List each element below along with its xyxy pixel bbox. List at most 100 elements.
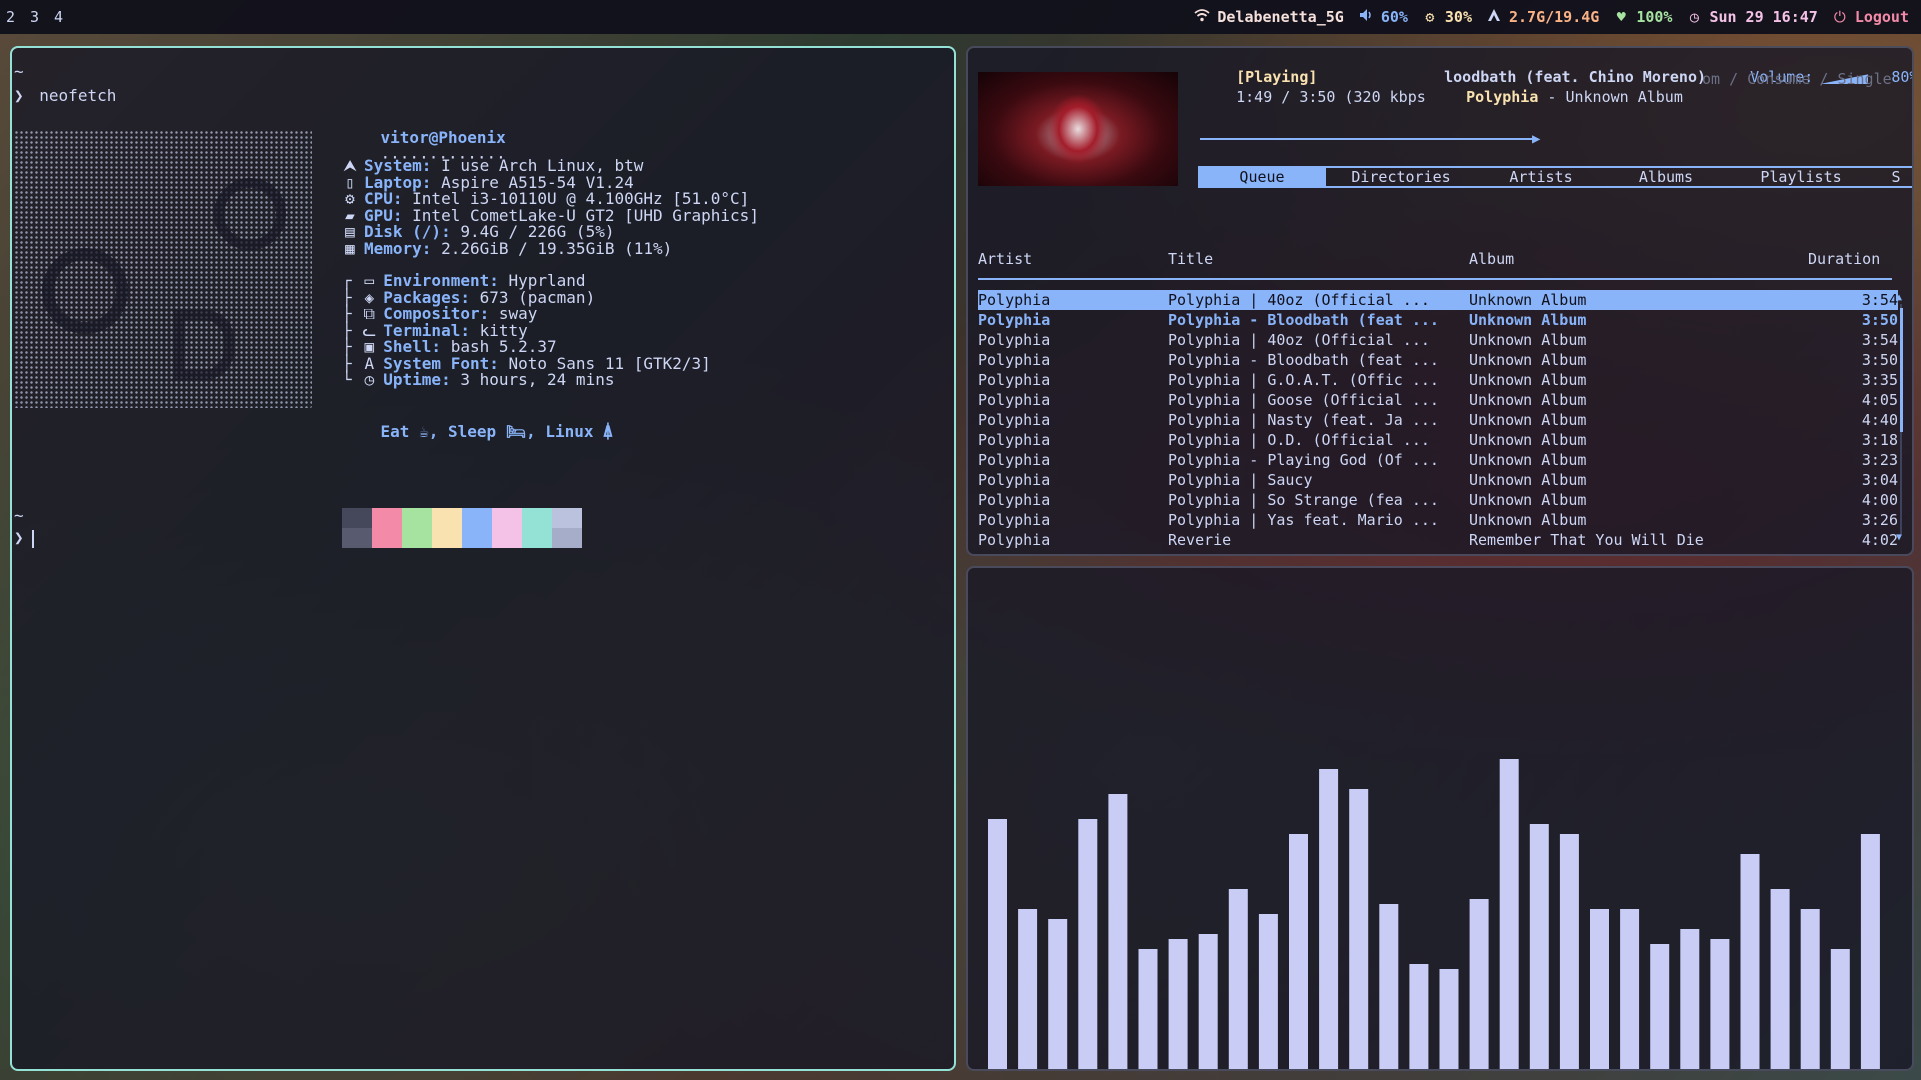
song-duration: 4:02 (1861, 531, 1898, 549)
song-album: Unknown Album (1469, 331, 1587, 349)
visualizer-bar (1198, 934, 1218, 1069)
terminal-window[interactable]: ~ ❯ neofetch vitor@Phoenix ·············… (10, 46, 956, 1071)
workspace-3[interactable]: 3 (30, 8, 54, 26)
elapsed-time: 1:49 / 3:50 (320 kbps (1236, 88, 1426, 106)
song-album: Unknown Album (1469, 411, 1587, 429)
volume-status[interactable]: 60% (1358, 8, 1408, 26)
color-swatch (342, 508, 372, 528)
song-title: Polyphia | O.D. (Official ... (1168, 431, 1430, 449)
song-row[interactable]: Polyphia Polyphia | 40oz (Official ... Unk… (978, 330, 1898, 350)
song-duration: 3:50 (1861, 351, 1898, 369)
env-info-value: 3 hours, 24 mins (450, 370, 615, 389)
scroll-up-icon[interactable]: ▲ (1896, 292, 1902, 303)
memory-status[interactable]: 2.7G/19.4G (1486, 8, 1599, 26)
memory-value: 2.7G/19.4G (1509, 8, 1600, 26)
workspace-4[interactable]: 4 (54, 8, 78, 26)
audio-visualizer-window[interactable] (966, 566, 1914, 1071)
song-duration: 3:54 (1861, 331, 1898, 349)
song-title: Polyphia | G.O.A.T. (Offic ... (1168, 371, 1439, 389)
env-info-row: └ ◷ Uptime: 3 hours, 24 mins (342, 370, 614, 390)
volume-value: 80% (1891, 68, 1912, 86)
visualizer-bar (1650, 944, 1670, 1069)
music-player-window[interactable]: [Playing] loodbath (feat. Chino Moreno) … (966, 46, 1914, 556)
song-row[interactable]: Polyphia Polyphia - Bloodbath (feat ... Un… (978, 350, 1898, 370)
heart-icon: ♥ (1616, 8, 1626, 26)
system-info-key: Memory: (364, 238, 432, 258)
tab-artists[interactable]: Artists (1476, 168, 1606, 186)
tab-search[interactable]: S (1876, 168, 1912, 186)
song-album: Unknown Album (1469, 431, 1587, 449)
tab-playlists[interactable]: Playlists (1726, 168, 1876, 186)
color-swatch (372, 528, 402, 548)
ascii-logo (14, 130, 312, 408)
song-list-scrollbar[interactable]: ▲ ▼ (1896, 292, 1904, 543)
song-album: Unknown Album (1469, 371, 1587, 389)
song-album: Unknown Album (1469, 471, 1587, 489)
song-row[interactable]: Polyphia Polyphia | 40oz (Official ... Unk… (978, 290, 1898, 310)
tab-albums[interactable]: Albums (1606, 168, 1726, 186)
tab-directories[interactable]: Directories (1326, 168, 1476, 186)
song-row[interactable]: Polyphia Polyphia - Bloodbath (feat ... Un… (978, 310, 1898, 330)
song-row[interactable]: Polyphia Polyphia | Goose (Official ... Un… (978, 390, 1898, 410)
song-row[interactable]: Polyphia Polyphia | Saucy Unknown Album 3:0… (978, 470, 1898, 490)
visualizer-bar (1740, 854, 1760, 1069)
workspace-switcher: 2 3 4 (0, 8, 78, 26)
song-duration: 3:35 (1861, 371, 1898, 389)
color-swatch (492, 508, 522, 528)
now-playing-line-2: 1:49 / 3:50 (320 kbps (1200, 70, 1426, 124)
song-row[interactable]: Polyphia Polyphia | O.D. (Official ... Unk… (978, 430, 1898, 450)
header-divider (978, 278, 1892, 280)
column-title[interactable]: Title (1168, 250, 1213, 268)
song-artist: Polyphia (978, 451, 1051, 469)
battery-value: 100% (1636, 8, 1673, 26)
song-row[interactable]: Polyphia Polyphia | Yas feat. Mario ... Un… (978, 510, 1898, 530)
song-artist: Polyphia (978, 391, 1051, 409)
prompt-arrow-2: ❯ (14, 528, 24, 547)
cpu-status[interactable]: ⚙ 30% (1422, 8, 1472, 26)
ascii-logo-shape (42, 248, 128, 334)
song-artist: Polyphia (978, 411, 1051, 429)
color-swatch (552, 508, 582, 528)
song-artist: Polyphia (978, 331, 1051, 349)
song-album: Unknown Album (1469, 351, 1587, 369)
color-swatch (372, 508, 402, 528)
artist-album-separator: - (1538, 88, 1566, 106)
ascii-logo-shape (174, 310, 234, 380)
song-row[interactable]: Polyphia Polyphia | Nasty (feat. Ja ... Un… (978, 410, 1898, 430)
song-artist: Polyphia (978, 431, 1051, 449)
visualizer-bar (1830, 949, 1850, 1069)
song-row[interactable]: Polyphia Reverie Remember That You Will Di… (978, 530, 1898, 550)
column-album[interactable]: Album (1469, 250, 1514, 268)
clock-icon: ◷ (364, 370, 375, 389)
scroll-down-icon[interactable]: ▼ (1896, 532, 1902, 543)
active-prompt[interactable]: ❯ (14, 528, 34, 548)
visualizer-bar (1590, 909, 1609, 1069)
logout-button[interactable]: ⏻ Logout (1832, 8, 1909, 26)
song-row[interactable]: Polyphia Polyphia - Playing God (Of ... Un… (978, 450, 1898, 470)
clock-icon: ◷ (1689, 8, 1699, 26)
visualizer-bar (1228, 889, 1248, 1069)
song-album: Unknown Album (1469, 511, 1587, 529)
tree-connector: └ (342, 370, 362, 389)
visualizer-bar (988, 819, 1007, 1069)
memory-icon: ▦ (345, 238, 355, 258)
song-row[interactable]: Polyphia Polyphia | G.O.A.T. (Offic ... Un… (978, 370, 1898, 390)
clock-status[interactable]: ◷ Sun 29 16:47 (1686, 8, 1818, 26)
progress-bar[interactable] (1200, 138, 1538, 140)
battery-status[interactable]: ♥ 100% (1613, 8, 1673, 26)
visualizer-bar (1770, 889, 1790, 1069)
column-artist[interactable]: Artist (978, 250, 1032, 268)
visualizer-bars (988, 759, 1880, 1069)
song-title: Polyphia | Nasty (feat. Ja ... (1168, 411, 1439, 429)
tab-queue[interactable]: Queue (1198, 168, 1326, 186)
workspace-2[interactable]: 2 (6, 8, 30, 26)
column-duration[interactable]: Duration (1808, 250, 1880, 268)
wifi-status[interactable]: Delabenetta_5G (1194, 8, 1344, 26)
song-row[interactable]: Polyphia Polyphia | So Strange (fea ... Un… (978, 490, 1898, 510)
volume-value: 60% (1380, 8, 1408, 26)
scroll-thumb[interactable] (1900, 308, 1903, 432)
now-playing-artist: Polyphia (1466, 88, 1539, 106)
visualizer-bar (1620, 909, 1640, 1069)
song-artist: Polyphia (978, 351, 1051, 369)
song-title: Polyphia | Goose (Official ... (1168, 391, 1439, 409)
